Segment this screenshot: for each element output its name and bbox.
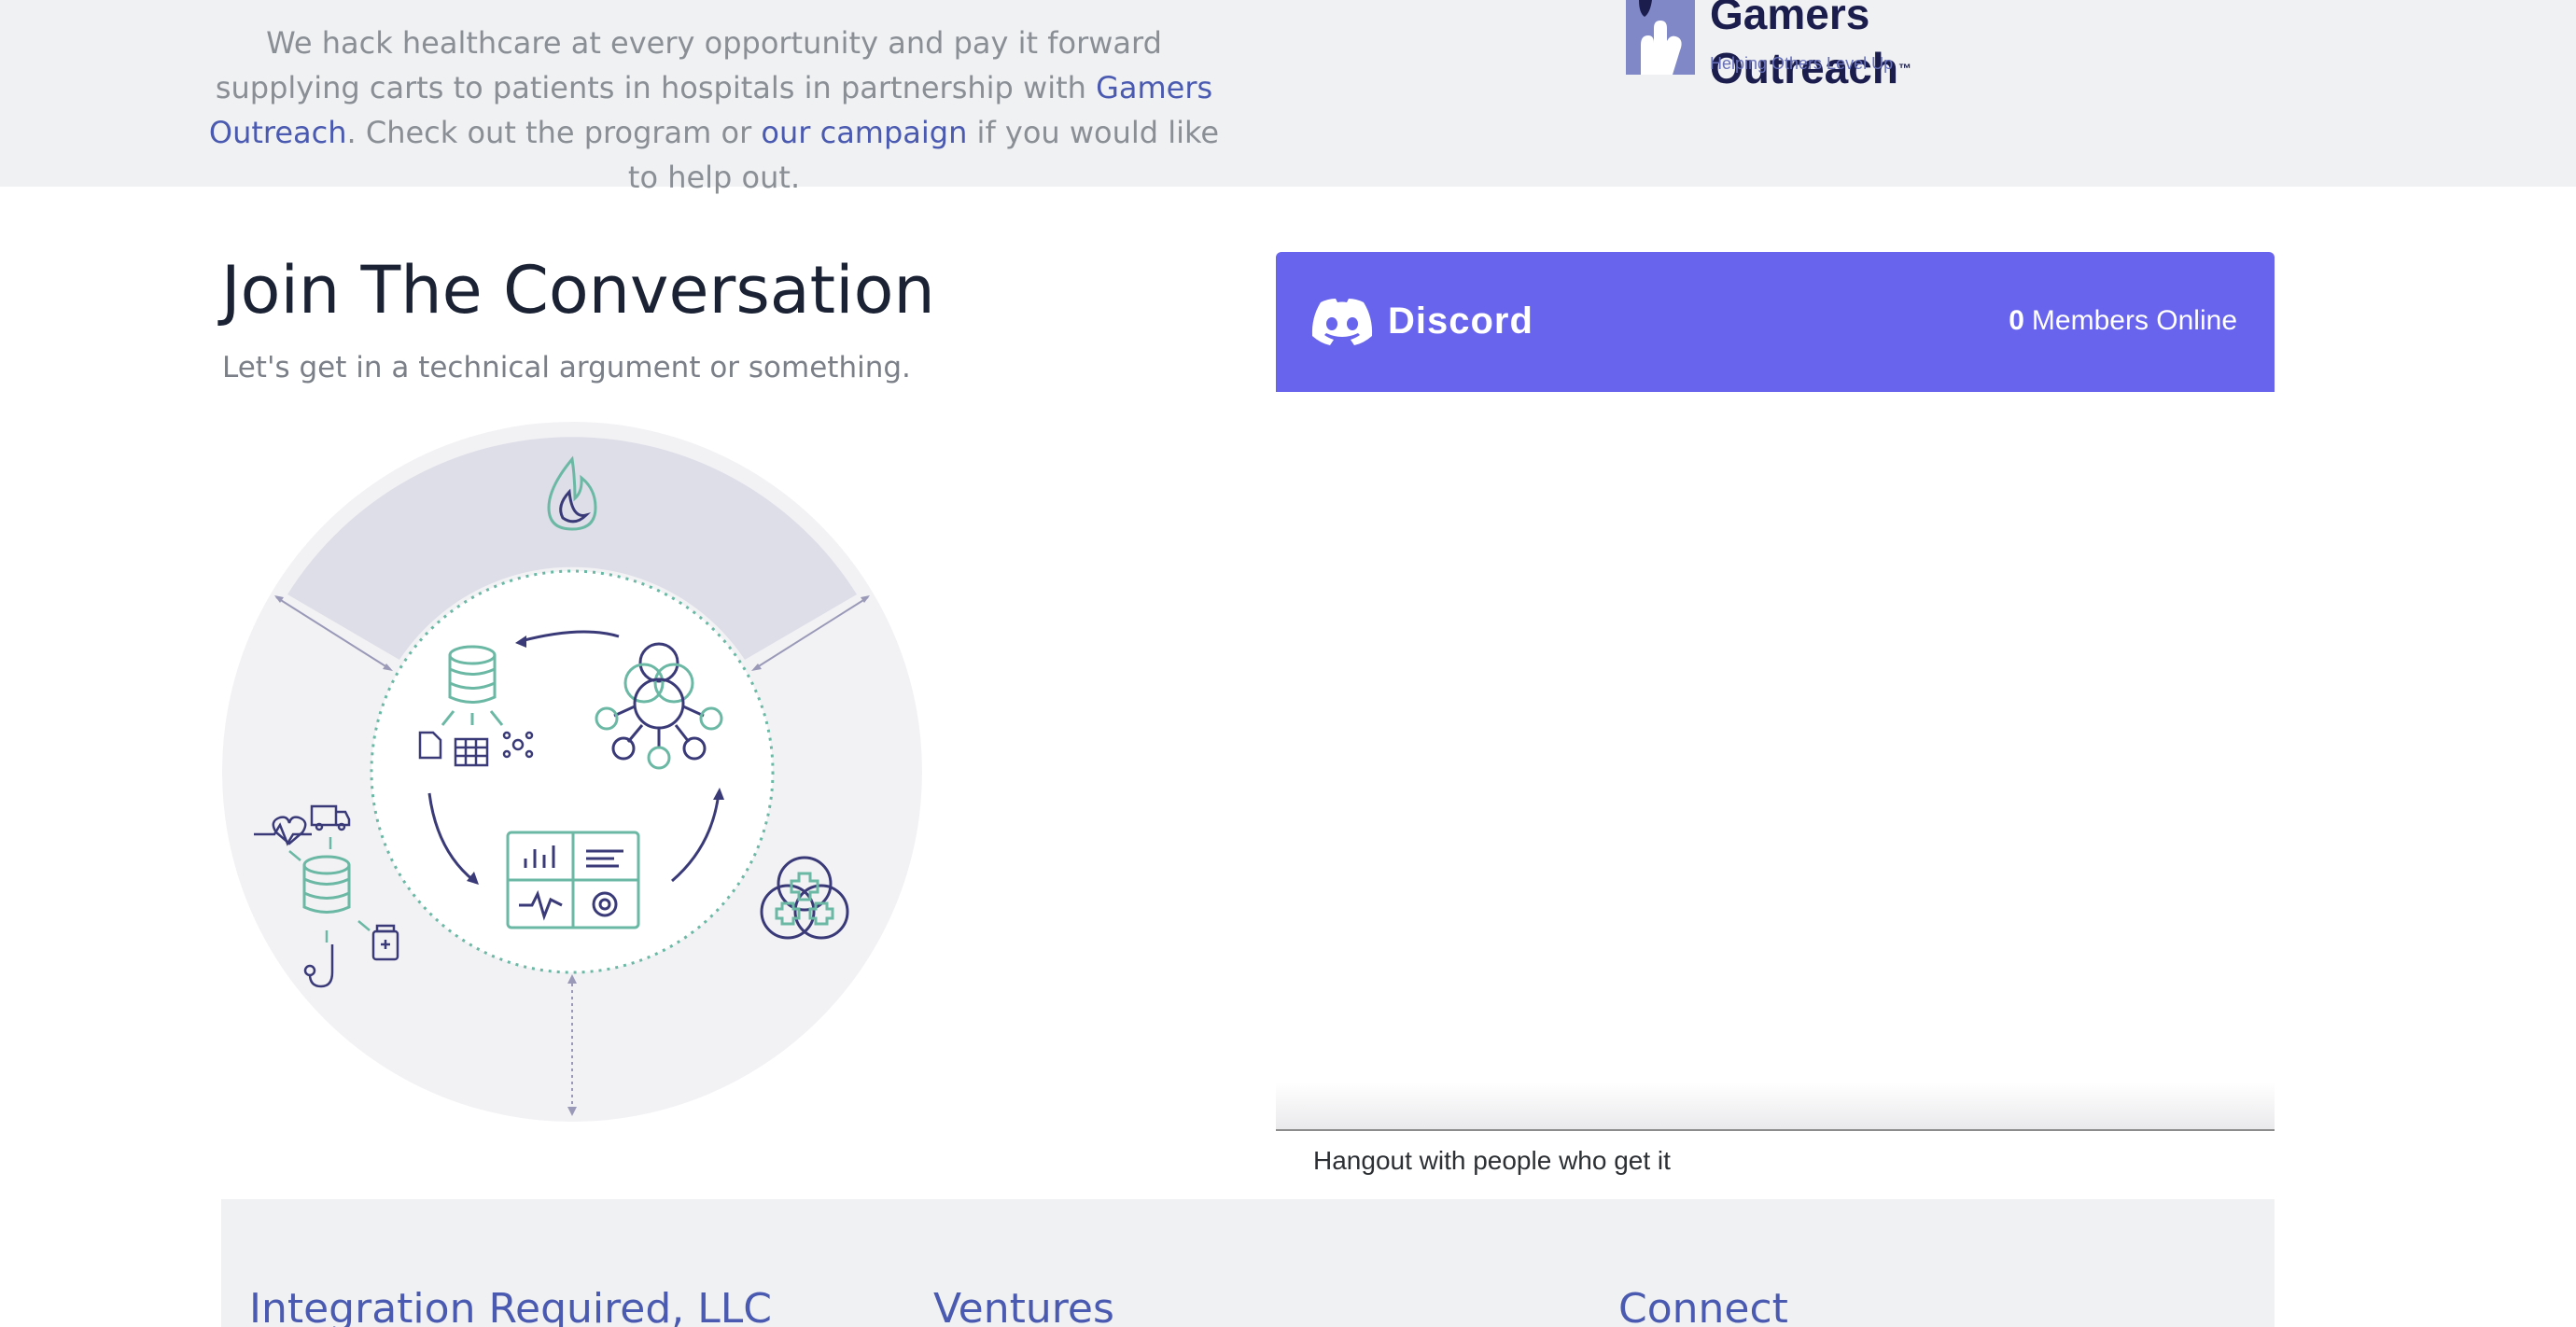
gamers-outreach-tagline: Helping Others Level Up bbox=[1710, 54, 1894, 73]
online-count-value: 0 bbox=[2009, 305, 2024, 336]
discord-logo-icon bbox=[1311, 299, 1373, 345]
healthcare-data-illustration bbox=[222, 422, 922, 1122]
discord-widget: Discord 0 Members Online Hangout with peo… bbox=[1276, 252, 2275, 1199]
gamers-outreach-badge-icon bbox=[1626, 0, 1695, 75]
conversation-subtitle: Let's get in a technical argument or som… bbox=[222, 351, 911, 384]
intro-band: We hack healthcare at every opportunity … bbox=[0, 0, 2576, 195]
footer-heading-company: Integration Required, LLC bbox=[249, 1285, 772, 1327]
discord-footer[interactable]: Hangout with people who get it bbox=[1276, 1129, 2275, 1199]
campaign-link[interactable]: our campaign bbox=[761, 115, 967, 150]
gamers-outreach-logo[interactable]: Gamers Outreach™ Helping Others Level Up bbox=[1626, 0, 1943, 92]
discord-footer-text: Hangout with people who get it bbox=[1313, 1146, 1671, 1175]
site-footer: Integration Required, LLC Ventures Conne… bbox=[221, 1199, 2275, 1327]
intro-text: . Check out the program or bbox=[346, 115, 762, 150]
intro-text: We hack healthcare at every opportunity … bbox=[215, 25, 1162, 105]
footer-heading-ventures: Ventures bbox=[933, 1285, 1114, 1327]
footer-heading-connect: Connect bbox=[1618, 1285, 1788, 1327]
discord-online-count: 0 Members Online bbox=[2009, 300, 2237, 342]
intro-paragraph: We hack healthcare at every opportunity … bbox=[205, 21, 1223, 200]
discord-footer-shadow bbox=[1276, 1083, 2275, 1129]
online-count-label: Members Online bbox=[2031, 305, 2237, 336]
discord-member-list[interactable] bbox=[1276, 392, 2275, 1120]
discord-header: Discord 0 Members Online bbox=[1276, 252, 2275, 392]
discord-wordmark: Discord bbox=[1388, 300, 1533, 342]
conversation-title: Join The Conversation bbox=[221, 252, 935, 328]
gamers-outreach-wordmark: Gamers Outreach™ bbox=[1710, 0, 1911, 92]
